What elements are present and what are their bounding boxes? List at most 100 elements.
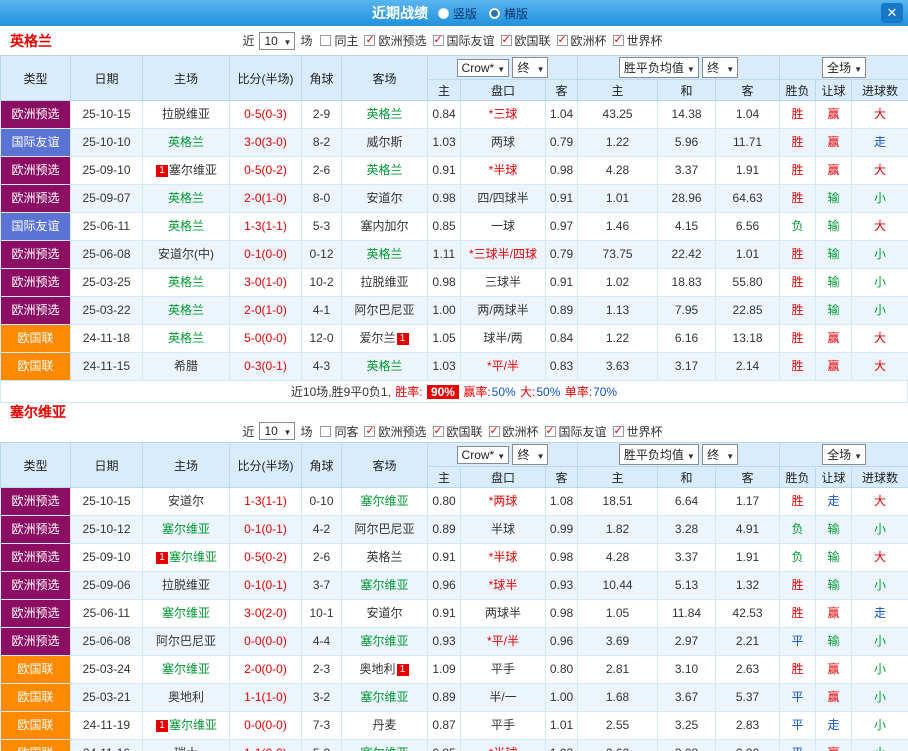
home-team-name[interactable]: 英格兰 — [168, 219, 204, 233]
away-team-cell[interactable]: 威尔斯 — [341, 128, 428, 157]
radio-vertical[interactable] — [437, 7, 449, 19]
away-team-name[interactable]: 阿尔巴尼亚 — [354, 522, 414, 536]
filter-checkbox-option[interactable]: 欧洲杯 — [556, 32, 607, 49]
match-count-select[interactable]: 10 — [259, 31, 296, 50]
filter-checkbox-option[interactable]: 欧国联 — [500, 32, 551, 49]
away-team-cell[interactable]: 英格兰 — [341, 240, 428, 269]
close-icon[interactable] — [881, 3, 903, 23]
home-team-cell[interactable]: 阿尔巴尼亚 — [142, 627, 230, 656]
home-team-name[interactable]: 塞尔维亚 — [169, 163, 217, 177]
final-euro-select[interactable]: 终 — [702, 444, 739, 465]
home-team-name[interactable]: 英格兰 — [168, 303, 204, 317]
away-team-cell[interactable]: 塞尔维亚 — [341, 739, 428, 751]
checkbox-icon[interactable] — [544, 424, 556, 437]
filter-checkbox-option[interactable]: 国际友谊 — [544, 423, 607, 440]
filter-checkbox-option[interactable]: 欧洲预选 — [364, 423, 427, 440]
home-team-cell[interactable]: 英格兰 — [142, 212, 230, 241]
final-odds-select[interactable]: 终 — [512, 57, 549, 78]
filter-checkbox-option[interactable]: 世界杯 — [612, 423, 663, 440]
odds-average-select[interactable]: 胜平负均值 — [618, 57, 699, 78]
checkbox-icon[interactable] — [612, 33, 624, 46]
away-team-cell[interactable]: 奥地利 1 — [341, 655, 428, 684]
checkbox-icon[interactable] — [500, 33, 512, 46]
away-team-cell[interactable]: 英格兰 — [341, 156, 428, 185]
match-count-select[interactable]: 10 — [259, 422, 296, 440]
checkbox-icon[interactable] — [556, 33, 568, 46]
home-team-cell[interactable]: 拉脱维亚 — [142, 571, 230, 600]
home-team-cell[interactable]: 英格兰 — [142, 324, 230, 353]
home-team-name[interactable]: 塞尔维亚 — [169, 550, 217, 564]
bookmaker-select[interactable]: Crow* — [456, 446, 510, 464]
away-team-cell[interactable]: 拉脱维亚 — [341, 268, 428, 297]
home-team-name[interactable]: 拉脱维亚 — [162, 107, 210, 121]
away-team-name[interactable]: 塞尔维亚 — [360, 578, 408, 592]
home-team-cell[interactable]: 英格兰 — [142, 184, 230, 213]
home-team-name[interactable]: 安道尔(中) — [158, 247, 214, 261]
home-team-name[interactable]: 安道尔 — [168, 494, 204, 508]
home-team-name[interactable]: 塞尔维亚 — [162, 522, 210, 536]
away-team-cell[interactable]: 安道尔 — [341, 184, 428, 213]
home-team-name[interactable]: 瑞士 — [174, 746, 198, 751]
away-team-name[interactable]: 英格兰 — [366, 550, 402, 564]
home-team-cell[interactable]: 1 塞尔维亚 — [142, 711, 230, 740]
away-team-name[interactable]: 奥地利 — [359, 662, 395, 676]
away-team-name[interactable]: 爱尔兰 — [359, 331, 395, 345]
home-team-cell[interactable]: 奥地利 — [142, 683, 230, 712]
home-team-cell[interactable]: 塞尔维亚 — [142, 599, 230, 628]
home-team-cell[interactable]: 英格兰 — [142, 268, 230, 297]
away-team-name[interactable]: 威尔斯 — [366, 135, 402, 149]
home-team-cell[interactable]: 安道尔(中) — [142, 240, 230, 269]
home-team-cell[interactable]: 英格兰 — [142, 296, 230, 325]
away-team-name[interactable]: 塞尔维亚 — [360, 634, 408, 648]
checkbox-icon[interactable] — [364, 33, 376, 46]
checkbox-icon[interactable] — [488, 424, 500, 437]
away-team-cell[interactable]: 塞尔维亚 — [341, 571, 428, 600]
home-team-cell[interactable]: 英格兰 — [142, 128, 230, 157]
home-team-cell[interactable]: 塞尔维亚 — [142, 515, 230, 544]
scope-select[interactable]: 全场 — [822, 444, 867, 465]
away-team-name[interactable]: 英格兰 — [366, 107, 402, 121]
home-team-name[interactable]: 奥地利 — [168, 690, 204, 704]
home-team-cell[interactable]: 塞尔维亚 — [142, 655, 230, 684]
checkbox-icon[interactable] — [432, 33, 444, 46]
final-euro-select[interactable]: 终 — [702, 57, 739, 78]
radio-horizontal[interactable] — [489, 7, 500, 19]
away-team-cell[interactable]: 爱尔兰 1 — [341, 324, 428, 353]
home-team-cell[interactable]: 1 塞尔维亚 — [142, 543, 230, 572]
home-team-cell[interactable]: 希腊 — [142, 352, 230, 381]
checkbox-icon[interactable] — [320, 35, 332, 46]
home-team-name[interactable]: 塞尔维亚 — [162, 662, 210, 676]
checkbox-icon[interactable] — [612, 424, 624, 437]
checkbox-icon[interactable] — [320, 425, 332, 437]
home-team-cell[interactable]: 瑞士 — [142, 739, 230, 751]
away-team-cell[interactable]: 丹麦 — [341, 711, 428, 740]
away-team-cell[interactable]: 安道尔 — [341, 599, 428, 628]
away-team-cell[interactable]: 塞尔维亚 — [341, 627, 428, 656]
away-team-cell[interactable]: 英格兰 — [341, 352, 428, 381]
away-team-name[interactable]: 塞尔维亚 — [360, 494, 408, 508]
filter-checkbox-option[interactable]: 欧洲杯 — [488, 423, 539, 440]
away-team-name[interactable]: 英格兰 — [366, 247, 402, 261]
odds-average-select[interactable]: 胜平负均值 — [618, 444, 699, 465]
away-team-name[interactable]: 丹麦 — [372, 718, 396, 732]
away-team-name[interactable]: 拉脱维亚 — [360, 275, 408, 289]
away-team-cell[interactable]: 阿尔巴尼亚 — [341, 296, 428, 325]
home-team-name[interactable]: 拉脱维亚 — [162, 578, 210, 592]
bookmaker-select[interactable]: Crow* — [456, 59, 510, 77]
home-team-cell[interactable]: 安道尔 — [142, 487, 230, 516]
home-team-cell[interactable]: 1 塞尔维亚 — [142, 156, 230, 185]
filter-checkbox-option[interactable]: 欧国联 — [432, 423, 483, 440]
radio-vertical-label[interactable]: 竖版 — [453, 5, 477, 22]
away-team-cell[interactable]: 英格兰 — [341, 543, 428, 572]
scope-select[interactable]: 全场 — [822, 57, 867, 78]
away-team-cell[interactable]: 塞尔维亚 — [341, 683, 428, 712]
away-team-name[interactable]: 塞内加尔 — [360, 219, 408, 233]
away-team-name[interactable]: 塞尔维亚 — [360, 690, 408, 704]
filter-checkbox-option[interactable]: 同主 — [320, 32, 358, 49]
home-team-name[interactable]: 塞尔维亚 — [162, 606, 210, 620]
away-team-cell[interactable]: 英格兰 — [341, 100, 428, 129]
home-team-name[interactable]: 英格兰 — [168, 135, 204, 149]
home-team-name[interactable]: 英格兰 — [168, 275, 204, 289]
away-team-cell[interactable]: 阿尔巴尼亚 — [341, 515, 428, 544]
checkbox-icon[interactable] — [364, 424, 376, 437]
